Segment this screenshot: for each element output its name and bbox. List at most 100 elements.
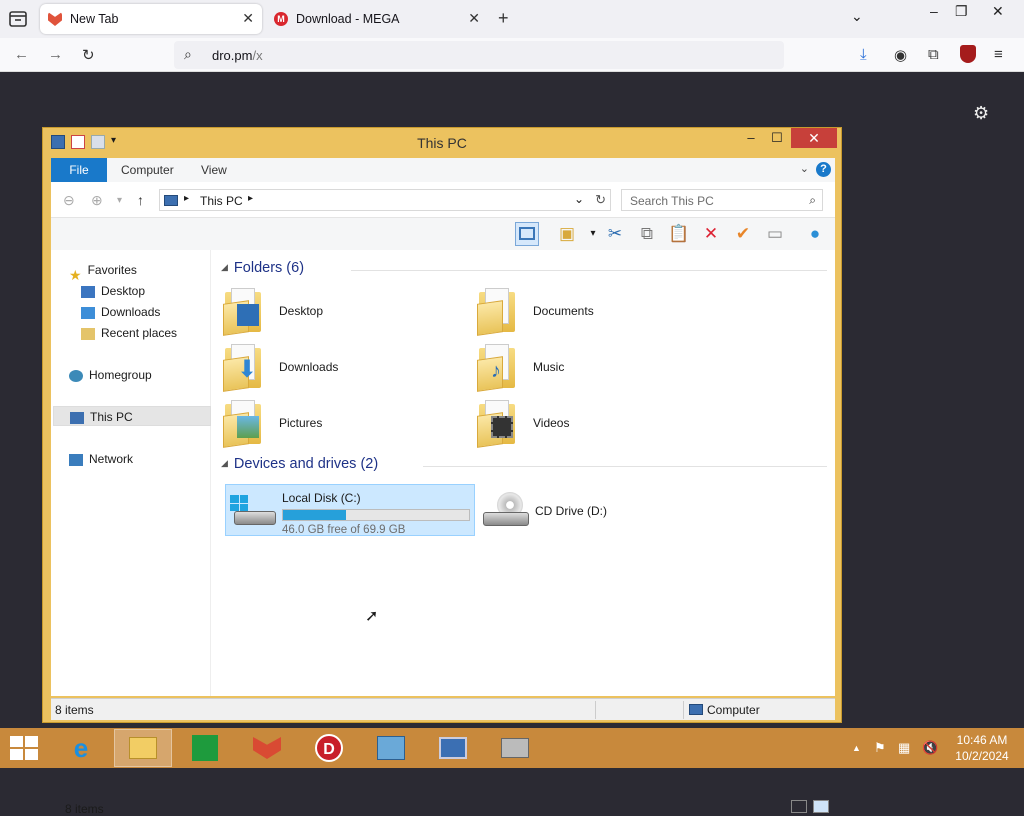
- nav-downloads[interactable]: Downloads: [81, 302, 239, 322]
- close-tab-icon[interactable]: ✕: [242, 10, 254, 27]
- windows-drive-icon: [230, 495, 276, 525]
- folder-documents[interactable]: Documents: [477, 286, 717, 338]
- printer-icon[interactable]: [486, 729, 544, 767]
- paste-icon[interactable]: 📋: [667, 222, 691, 246]
- check-icon[interactable]: ✔: [731, 222, 755, 246]
- chevron-down-icon[interactable]: ⌄: [574, 192, 584, 206]
- divider: [595, 701, 596, 719]
- new-tab-button[interactable]: +: [498, 8, 509, 29]
- tab-download-mega[interactable]: M Download - MEGA ✕: [266, 4, 488, 34]
- folder-videos[interactable]: Videos: [477, 398, 717, 450]
- nav-this-pc[interactable]: This PC: [53, 406, 211, 426]
- tab-file[interactable]: File: [51, 158, 107, 182]
- star-icon: ★: [69, 266, 82, 283]
- collapse-icon[interactable]: ◢: [221, 262, 228, 272]
- menu-icon[interactable]: ≡: [994, 46, 1003, 63]
- cut-icon[interactable]: ✂: [603, 222, 627, 246]
- nav-recent-places[interactable]: Recent places: [81, 323, 239, 343]
- volume-muted-icon[interactable]: 🔇: [922, 740, 938, 756]
- drive-usage-bar: [282, 509, 470, 521]
- chevron-right-icon[interactable]: ▸: [248, 193, 253, 204]
- collapse-icon[interactable]: ◢: [221, 458, 228, 468]
- tab-computer[interactable]: Computer: [107, 158, 188, 182]
- network-share-icon[interactable]: ●: [803, 222, 827, 246]
- list-all-tabs-icon[interactable]: ⌄: [851, 8, 863, 25]
- minimize-icon[interactable]: –: [737, 128, 765, 148]
- close-window-icon[interactable]: ✕: [992, 3, 1004, 20]
- nav-homegroup[interactable]: Homegroup: [69, 365, 227, 385]
- command-toolbar: ▣ ▾ ✂ ⧉ 📋 ✕ ✔ ▭ ●: [51, 218, 835, 250]
- properties-icon[interactable]: ▣: [555, 222, 579, 246]
- copy-icon[interactable]: ⧉: [635, 222, 659, 246]
- content-area: ★ Favorites Desktop Downloads Recent plac…: [51, 250, 835, 816]
- refresh-icon[interactable]: ↻: [595, 192, 606, 208]
- network-tray-icon[interactable]: ▦: [898, 740, 910, 756]
- show-hidden-icons[interactable]: ▲: [852, 743, 861, 753]
- restore-icon[interactable]: ❐: [955, 3, 968, 20]
- store-icon[interactable]: [176, 729, 234, 767]
- nav-favorites[interactable]: ★ Favorites: [69, 260, 227, 283]
- navigation-pane: ★ Favorites Desktop Downloads Recent plac…: [51, 250, 211, 696]
- remote-desktop-icon[interactable]: [424, 729, 482, 767]
- forward-icon[interactable]: →: [48, 46, 63, 63]
- downloads-icon[interactable]: ⤓: [860, 46, 867, 63]
- breadcrumb[interactable]: This PC: [200, 194, 243, 208]
- folder-icon: [223, 400, 265, 448]
- account-icon[interactable]: ◉: [894, 46, 907, 64]
- tab-new-tab[interactable]: New Tab ✕: [40, 4, 262, 34]
- folder-desktop[interactable]: Desktop: [223, 286, 463, 338]
- app-d-icon[interactable]: D: [300, 729, 358, 767]
- details-view-icon[interactable]: [791, 800, 807, 813]
- search-input[interactable]: Search This PC ⌕: [621, 189, 823, 211]
- file-explorer-icon[interactable]: [114, 729, 172, 767]
- maximize-icon[interactable]: ☐: [763, 128, 791, 148]
- help-icon[interactable]: ?: [816, 162, 831, 177]
- computer-icon: [70, 411, 84, 424]
- drive-free-text: 46.0 GB free of 69.9 GB: [282, 524, 406, 536]
- status-computer: Computer: [707, 703, 760, 717]
- drive-label: Local Disk (C:): [282, 491, 361, 505]
- folder-pictures[interactable]: Pictures: [223, 398, 463, 450]
- clock[interactable]: 10:46 AM 10/2/2024: [950, 732, 1014, 764]
- folder-downloads[interactable]: ⬇ Downloads: [223, 342, 463, 394]
- delete-icon[interactable]: ✕: [699, 222, 723, 246]
- chevron-down-icon[interactable]: ▾: [581, 222, 605, 246]
- forward-icon[interactable]: ⊕: [91, 192, 103, 209]
- fox-browser-icon[interactable]: [238, 729, 296, 767]
- tab-list-icon[interactable]: [8, 9, 28, 29]
- folder-music[interactable]: ♪ Music: [477, 342, 717, 394]
- back-icon[interactable]: ←: [14, 46, 29, 63]
- recent-locations-icon[interactable]: ▾: [117, 195, 122, 206]
- url-bar[interactable]: ⌕ dro.pm/x: [174, 41, 784, 69]
- flag-icon[interactable]: ⚑: [874, 740, 886, 756]
- address-bar[interactable]: ▸ This PC ▸ ⌄ ↻: [159, 189, 611, 211]
- ublock-icon[interactable]: [960, 45, 976, 63]
- back-icon[interactable]: ⊖: [63, 192, 75, 209]
- up-icon[interactable]: ↑: [137, 192, 144, 208]
- tab-view[interactable]: View: [187, 158, 241, 182]
- rename-icon[interactable]: ▭: [763, 222, 787, 246]
- minimize-icon[interactable]: –: [930, 3, 938, 19]
- control-panel-icon[interactable]: [362, 729, 420, 767]
- nav-network[interactable]: Network: [69, 449, 227, 469]
- gear-icon[interactable]: ⚙: [973, 103, 989, 124]
- drive-d[interactable]: CD Drive (D:): [479, 484, 679, 536]
- expand-ribbon-icon[interactable]: ⌄: [800, 162, 809, 175]
- large-icons-view-icon[interactable]: [813, 800, 829, 813]
- recent-places-icon: [81, 327, 95, 340]
- close-tab-icon[interactable]: ✕: [468, 10, 480, 27]
- internet-explorer-icon[interactable]: e: [52, 729, 110, 767]
- close-icon[interactable]: ✕: [791, 128, 837, 148]
- devices-header[interactable]: ◢ Devices and drives (2): [221, 456, 378, 472]
- nav-desktop[interactable]: Desktop: [81, 281, 239, 301]
- computer-icon: [164, 195, 178, 206]
- windows-start-icon[interactable]: [10, 736, 38, 760]
- folders-header[interactable]: ◢ Folders (6): [221, 260, 304, 276]
- drive-c[interactable]: Local Disk (C:) 46.0 GB free of 69.9 GB: [225, 484, 475, 536]
- cd-drive-icon: [483, 492, 529, 528]
- desktop-icon: [81, 285, 95, 298]
- preview-pane-icon[interactable]: [515, 222, 539, 246]
- reload-icon[interactable]: ↻: [82, 46, 95, 64]
- extensions-icon[interactable]: ⧉: [928, 46, 939, 63]
- network-icon: [69, 453, 83, 466]
